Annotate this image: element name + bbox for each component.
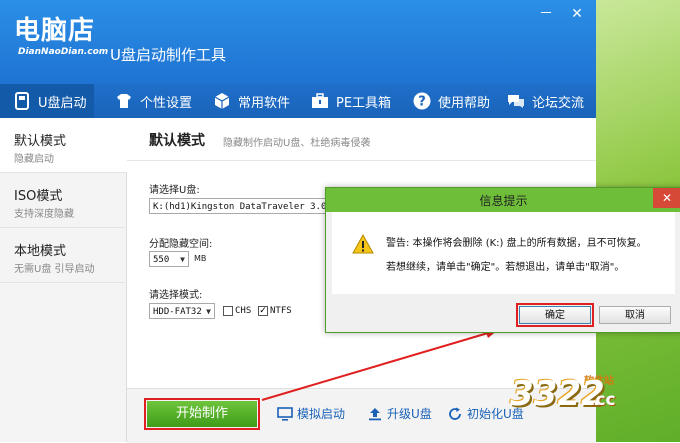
cancel-button[interactable]: 取消 xyxy=(599,306,671,324)
dialog-titlebar: 信息提示 ✕ xyxy=(326,188,680,212)
dialog-message-instruction: 若想继续，请单击"确定"。若想退出，请单击"取消"。 xyxy=(386,262,625,273)
confirm-dialog: 信息提示 ✕ 警告: 本操作将会删除 (K:) 盘上的所有数据，且不可恢复。 若… xyxy=(325,187,680,333)
ok-button[interactable]: 确定 xyxy=(516,303,594,327)
dialog-body: 警告: 本操作将会删除 (K:) 盘上的所有数据，且不可恢复。 若想继续，请单击… xyxy=(332,212,675,294)
watermark-domain: .cc xyxy=(589,390,616,410)
dialog-title: 信息提示 xyxy=(479,194,528,208)
dialog-close-button[interactable]: ✕ xyxy=(653,188,680,208)
dialog-message-warning: 警告: 本操作将会删除 (K:) 盘上的所有数据，且不可恢复。 xyxy=(386,238,647,249)
warning-icon xyxy=(352,233,374,258)
